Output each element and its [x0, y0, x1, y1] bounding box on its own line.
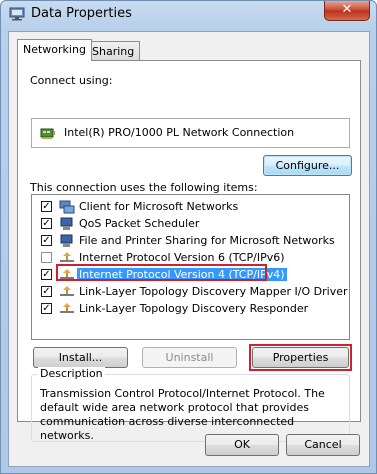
adapter-name: Intel(R) PRO/1000 PL Network Connection — [64, 126, 295, 139]
close-button[interactable]: ✕ — [324, 1, 370, 21]
connect-using-label: Connect using: — [30, 74, 113, 87]
uninstall-button[interactable]: Uninstall — [142, 347, 237, 368]
checkbox[interactable]: ✓ — [41, 235, 52, 246]
cancel-label: Cancel — [304, 438, 342, 451]
highlight-outline-properties — [249, 344, 352, 371]
tab-sharing-label: Sharing — [92, 45, 135, 58]
dialog-client-area: Networking Sharing Connect using: Intel(… — [8, 31, 370, 467]
uninstall-label: Uninstall — [165, 351, 214, 364]
list-item[interactable]: ✓ Client for Microsoft Networks — [37, 199, 347, 216]
list-item[interactable]: ✓ Link-Layer Topology Discovery Mapper I… — [37, 284, 348, 301]
list-item-label: File and Printer Sharing for Microsoft N… — [79, 234, 335, 247]
network-service-icon — [60, 217, 73, 230]
dialog-window: Data Properties ✕ Networking Sharing Con… — [0, 0, 377, 474]
network-connection-icon — [9, 7, 25, 21]
checkbox[interactable]: ✓ — [41, 269, 52, 280]
protocol-icon — [60, 286, 74, 296]
network-service-icon — [60, 234, 73, 247]
configure-label: Configure... — [275, 159, 340, 172]
close-icon: ✕ — [341, 2, 353, 17]
protocol-icon — [60, 303, 74, 313]
cancel-button[interactable]: Cancel — [286, 434, 360, 456]
list-item-label: Internet Protocol Version 6 (TCP/IPv6) — [79, 251, 285, 264]
list-item[interactable]: ✓ QoS Packet Scheduler — [37, 216, 347, 233]
list-item[interactable]: ✓ File and Printer Sharing for Microsoft… — [37, 233, 347, 250]
checkbox[interactable]: ✓ — [41, 218, 52, 229]
tab-networking[interactable]: Networking — [17, 39, 92, 61]
list-item-label: QoS Packet Scheduler — [79, 217, 200, 230]
network-adapter-icon — [40, 128, 55, 139]
items-label: This connection uses the following items… — [30, 181, 258, 194]
configure-button[interactable]: Configure... — [263, 155, 352, 176]
install-label: Install... — [58, 351, 103, 364]
checkbox[interactable]: ✓ — [41, 303, 52, 314]
highlight-outline-ipv4 — [56, 264, 267, 281]
title-bar[interactable]: Data Properties ✕ — [1, 1, 376, 29]
networking-panel: Connect using: Intel(R) PRO/1000 PL Netw… — [17, 60, 361, 442]
adapter-field: Intel(R) PRO/1000 PL Network Connection — [31, 118, 350, 148]
tab-sharing[interactable]: Sharing — [86, 41, 141, 60]
checkbox[interactable] — [41, 252, 52, 263]
description-group: Description Transmission Control Protoco… — [31, 367, 350, 442]
checkbox[interactable]: ✓ — [41, 286, 52, 297]
install-button[interactable]: Install... — [33, 347, 128, 368]
ok-button[interactable]: OK — [205, 434, 279, 456]
tab-networking-label: Networking — [23, 43, 86, 56]
checkbox[interactable]: ✓ — [41, 201, 52, 212]
protocol-icon — [60, 252, 74, 262]
ok-label: OK — [234, 438, 250, 451]
list-item-label: Client for Microsoft Networks — [79, 200, 239, 213]
list-item-label: Link-Layer Topology Discovery Mapper I/O… — [79, 285, 348, 298]
window-title: Data Properties — [31, 6, 132, 21]
list-item-label: Link-Layer Topology Discovery Responder — [79, 302, 309, 315]
list-item[interactable]: ✓ Link-Layer Topology Discovery Responde… — [37, 301, 347, 318]
network-client-icon — [59, 200, 75, 214]
description-title: Description — [38, 367, 105, 380]
